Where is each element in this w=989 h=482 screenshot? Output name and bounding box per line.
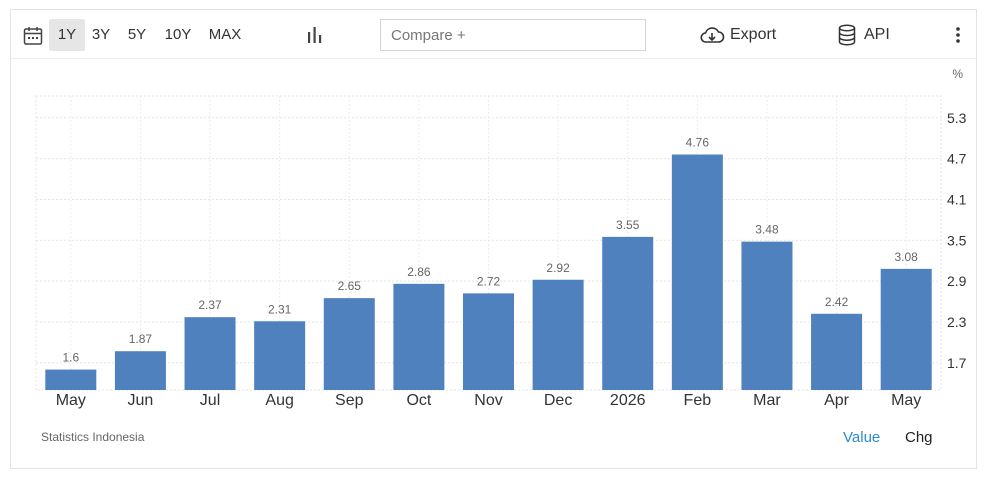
x-tick-label: Jul — [200, 392, 220, 409]
bar — [254, 321, 306, 390]
bar — [114, 351, 166, 390]
bar — [532, 279, 584, 390]
x-tick-label: May — [56, 392, 86, 409]
data-label: 2.72 — [477, 274, 501, 288]
data-label: 3.48 — [755, 223, 779, 237]
y-tick-label: 4.7 — [947, 151, 967, 167]
y-tick-label: 2.3 — [947, 314, 967, 330]
y-tick-label: 4.1 — [947, 191, 967, 207]
bar — [45, 369, 97, 390]
bar — [880, 268, 932, 390]
data-label: 2.37 — [198, 298, 222, 312]
x-tick-label: Feb — [684, 392, 712, 409]
bar — [811, 313, 863, 390]
y-tick-label: 5.3 — [947, 110, 967, 126]
data-label: 2.86 — [407, 265, 431, 279]
bar — [463, 293, 514, 390]
bar — [671, 154, 723, 390]
data-label: 1.6 — [62, 351, 79, 365]
data-label: 3.55 — [616, 218, 640, 232]
bar — [323, 298, 375, 390]
y-tick-label: 3.5 — [947, 232, 967, 248]
y-unit-label: % — [952, 67, 963, 81]
data-label: 4.76 — [686, 136, 710, 150]
bar — [741, 241, 793, 390]
x-tick-label: Apr — [824, 392, 850, 409]
bar — [393, 283, 445, 390]
bar — [184, 317, 236, 390]
y-tick-label: 2.9 — [947, 273, 967, 289]
x-tick-label: 2026 — [610, 392, 646, 409]
x-tick-label: Aug — [265, 392, 293, 409]
x-tick-label: Dec — [544, 392, 572, 409]
data-label: 1.87 — [129, 332, 153, 346]
data-label: 2.31 — [268, 302, 292, 316]
y-tick-label: 1.7 — [947, 355, 967, 371]
x-tick-label: Sep — [335, 392, 364, 409]
data-label: 2.65 — [338, 279, 362, 293]
chart-widget: 1Y 3Y 5Y 10Y MAX Export — [10, 9, 977, 469]
value-toggle[interactable]: Value — [843, 429, 880, 446]
bar-chart: % 5.3 4.7 4.1 3.5 2.9 2.3 1.7 1.6 May 1.87 Jun 2.37 J… — [35, 67, 967, 409]
data-label: 2.92 — [546, 261, 570, 275]
bar — [602, 236, 654, 390]
data-label: 3.08 — [895, 250, 919, 264]
source-label: Statistics Indonesia — [41, 430, 145, 444]
x-tick-label: May — [891, 392, 921, 409]
x-tick-label: Mar — [753, 392, 781, 409]
x-tick-label: Jun — [128, 392, 154, 409]
x-tick-label: Nov — [474, 392, 502, 409]
x-tick-label: Oct — [406, 392, 431, 409]
chg-toggle[interactable]: Chg — [905, 429, 933, 446]
data-label: 2.42 — [825, 295, 849, 309]
